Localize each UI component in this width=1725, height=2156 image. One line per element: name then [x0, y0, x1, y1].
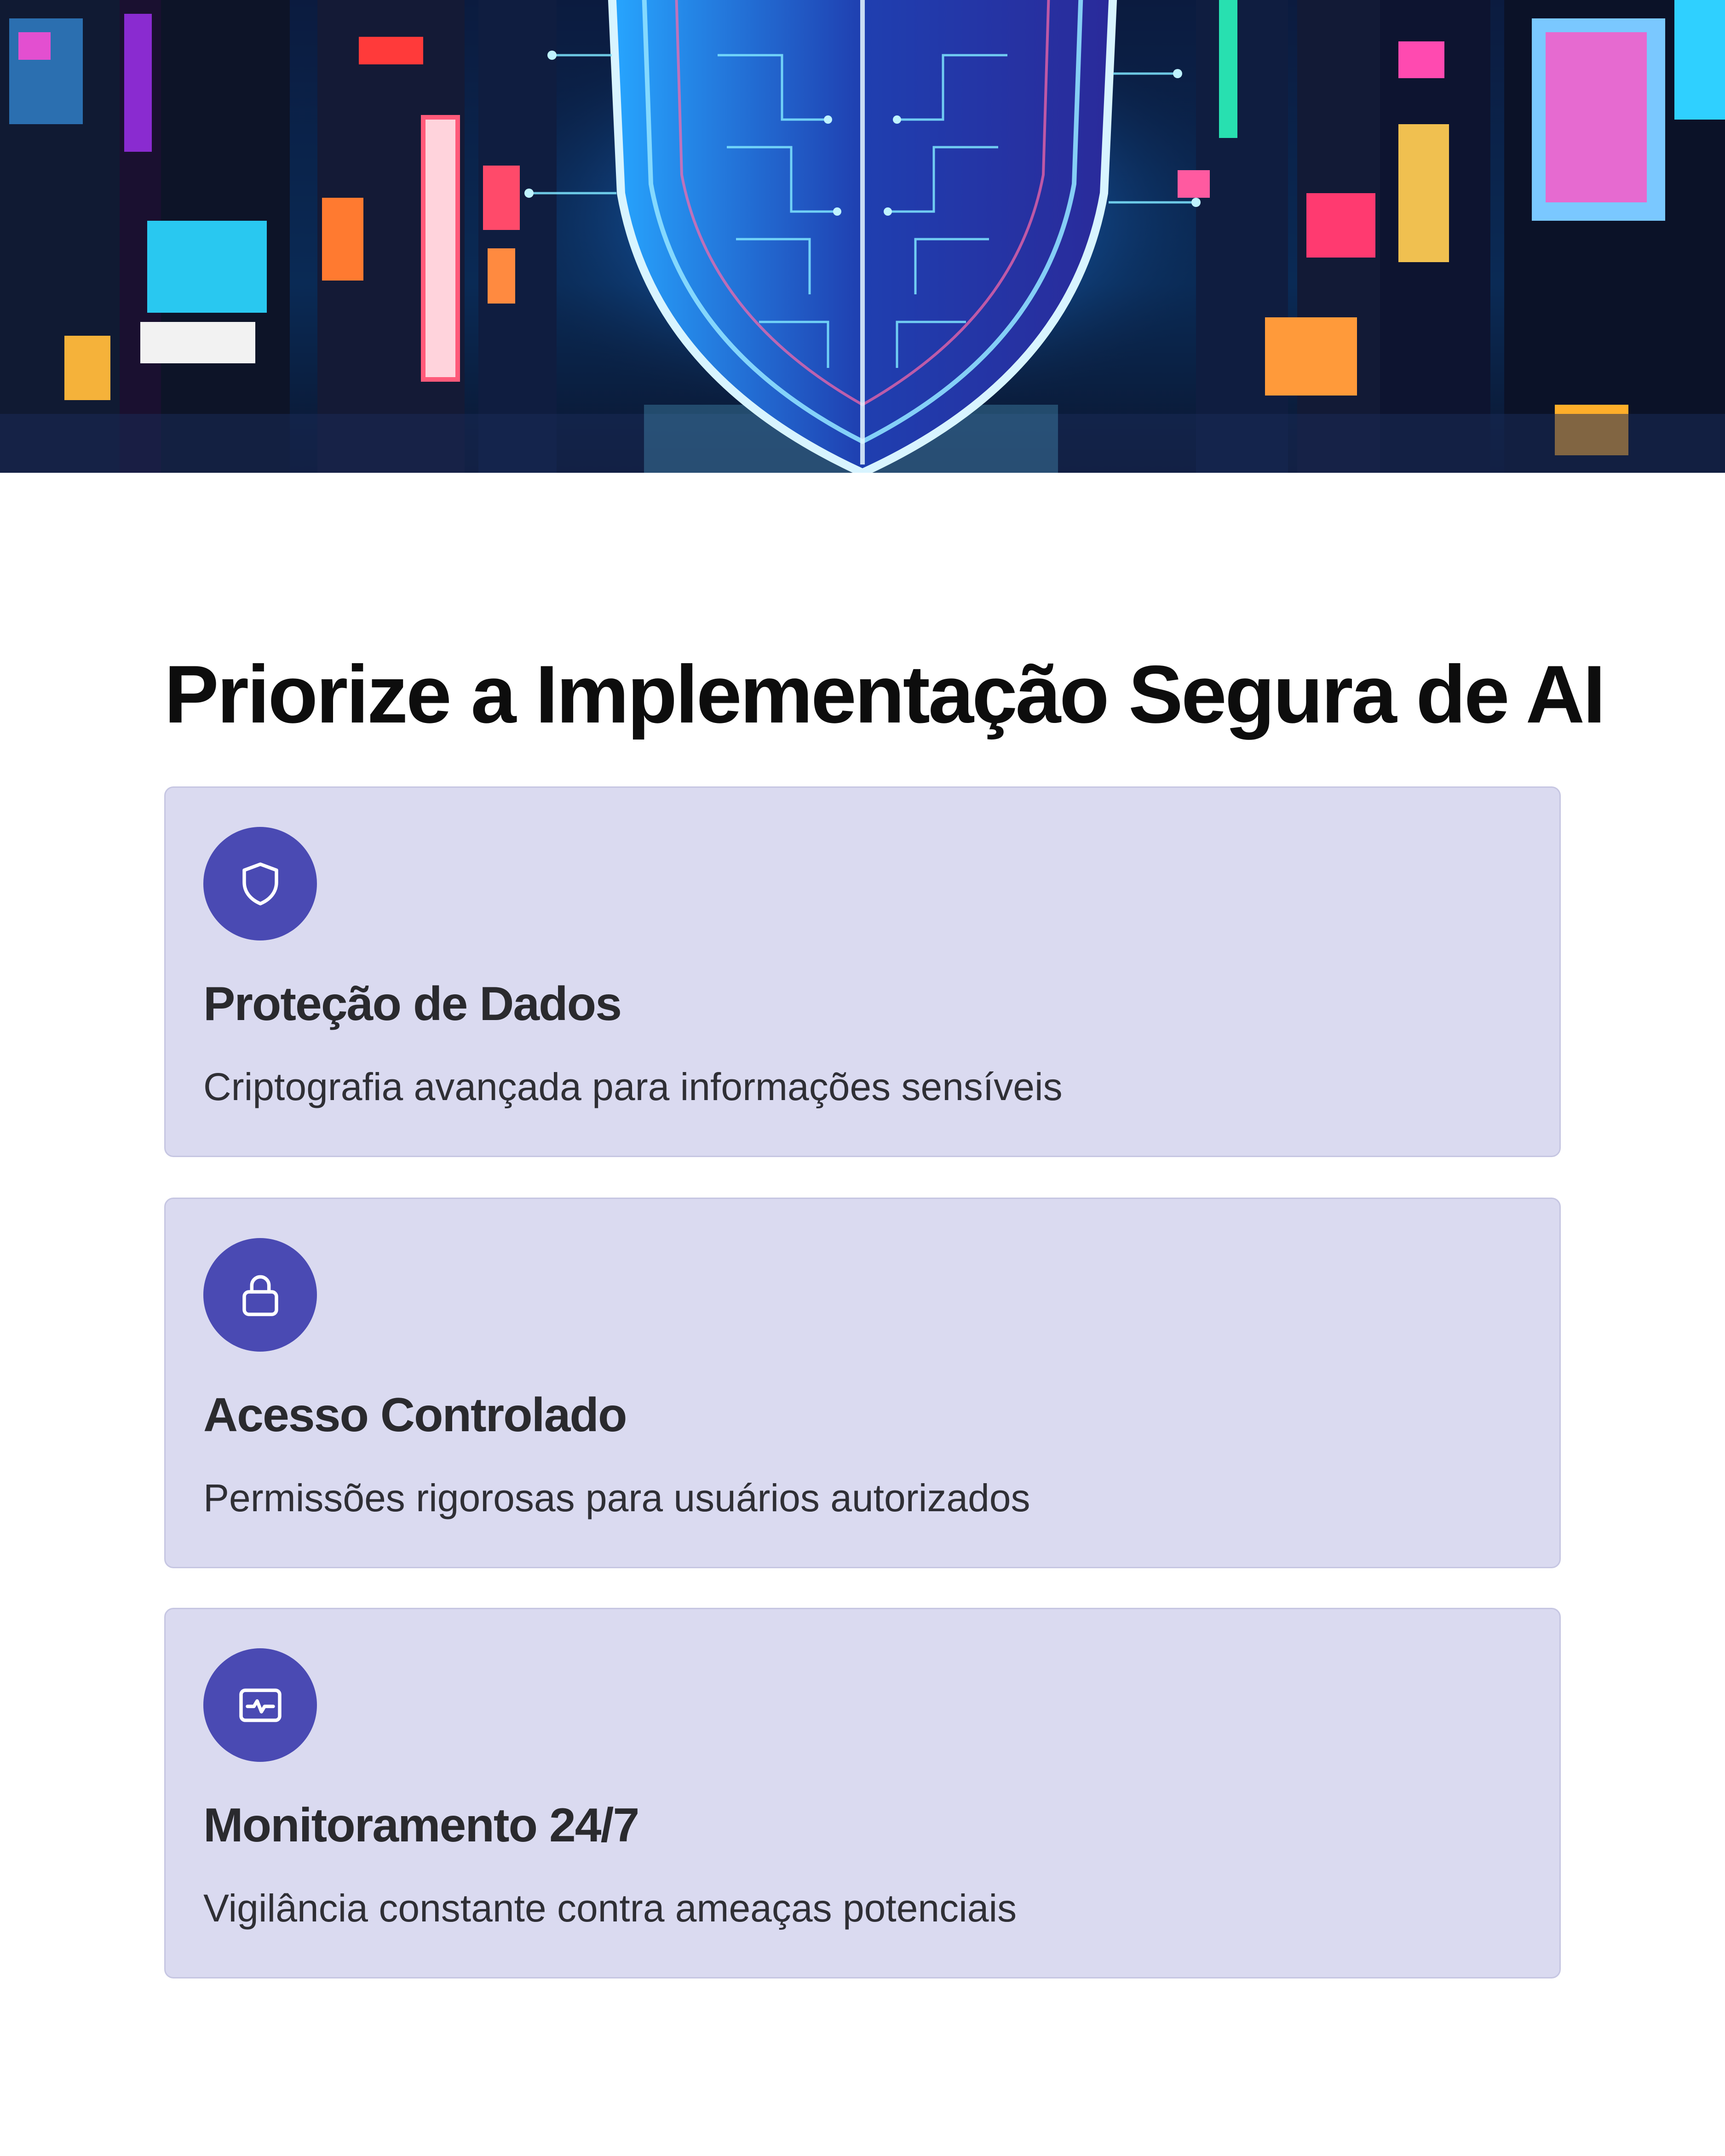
- page-title: Priorize a Implementação Segura de AI: [164, 648, 1606, 740]
- card-description: Permissões rigorosas para usuários autor…: [203, 1476, 1030, 1520]
- shield-icon: [203, 827, 317, 940]
- card-title: Monitoramento 24/7: [203, 1799, 639, 1852]
- monitor-pulse-icon: [203, 1648, 317, 1762]
- card-title: Acesso Controlado: [203, 1388, 627, 1442]
- hero-banner-image: [0, 0, 1725, 473]
- feature-card-data-protection: Proteção de Dados Criptografia avançada …: [164, 786, 1561, 1157]
- feature-card-monitoring: Monitoramento 24/7 Vigilância constante …: [164, 1608, 1561, 1978]
- lock-icon: [203, 1238, 317, 1352]
- feature-card-access-control: Acesso Controlado Permissões rigorosas p…: [164, 1198, 1561, 1568]
- card-description: Vigilância constante contra ameaças pote…: [203, 1886, 1017, 1930]
- card-title: Proteção de Dados: [203, 977, 622, 1031]
- card-description: Criptografia avançada para informações s…: [203, 1065, 1063, 1108]
